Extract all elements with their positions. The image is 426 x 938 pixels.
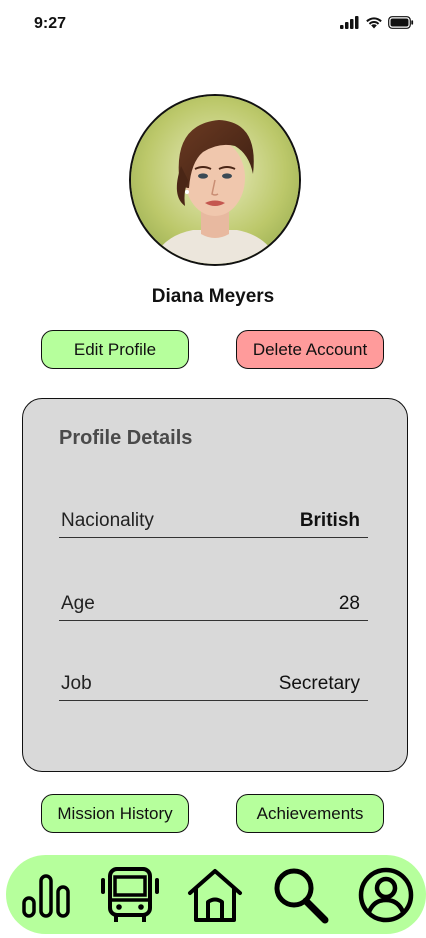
nav-home[interactable] (186, 855, 244, 934)
profile-photo (131, 96, 299, 264)
bottom-nav (6, 855, 426, 934)
home-icon (188, 868, 242, 922)
account-icon (358, 867, 414, 922)
detail-value: British (299, 509, 360, 531)
search-icon (274, 868, 329, 923)
detail-label: Job (61, 672, 92, 694)
detail-row-age: Age 28 (59, 587, 368, 621)
nav-account[interactable] (356, 855, 416, 934)
delete-account-button[interactable]: Delete Account (236, 330, 384, 369)
detail-value: Secretary (278, 672, 360, 694)
edit-profile-button[interactable]: Edit Profile (41, 330, 189, 369)
detail-value: 28 (338, 592, 360, 614)
battery-icon (388, 16, 414, 29)
profile-avatar (129, 94, 301, 266)
status-bar: 9:27 (0, 0, 426, 50)
status-icons (340, 16, 414, 29)
achievements-button[interactable]: Achievements (236, 794, 384, 833)
mission-history-button[interactable]: Mission History (41, 794, 189, 833)
detail-row-nationality: Nacionality British (59, 504, 368, 538)
detail-row-job: Job Secretary (59, 667, 368, 701)
user-name: Diana Meyers (151, 286, 275, 307)
status-time: 9:27 (34, 15, 67, 32)
detail-label: Age (61, 592, 95, 614)
nav-bus[interactable] (100, 855, 160, 934)
profile-details-card: Profile Details Nacionality British Age … (22, 398, 408, 772)
stats-icon (22, 873, 70, 918)
nav-stats[interactable] (18, 855, 74, 934)
wifi-icon (366, 17, 382, 29)
bus-icon (101, 866, 159, 922)
signal-icon (340, 16, 359, 29)
detail-label: Nacionality (61, 509, 154, 531)
profile-details-title: Profile Details (59, 427, 193, 449)
nav-search[interactable] (270, 855, 330, 934)
